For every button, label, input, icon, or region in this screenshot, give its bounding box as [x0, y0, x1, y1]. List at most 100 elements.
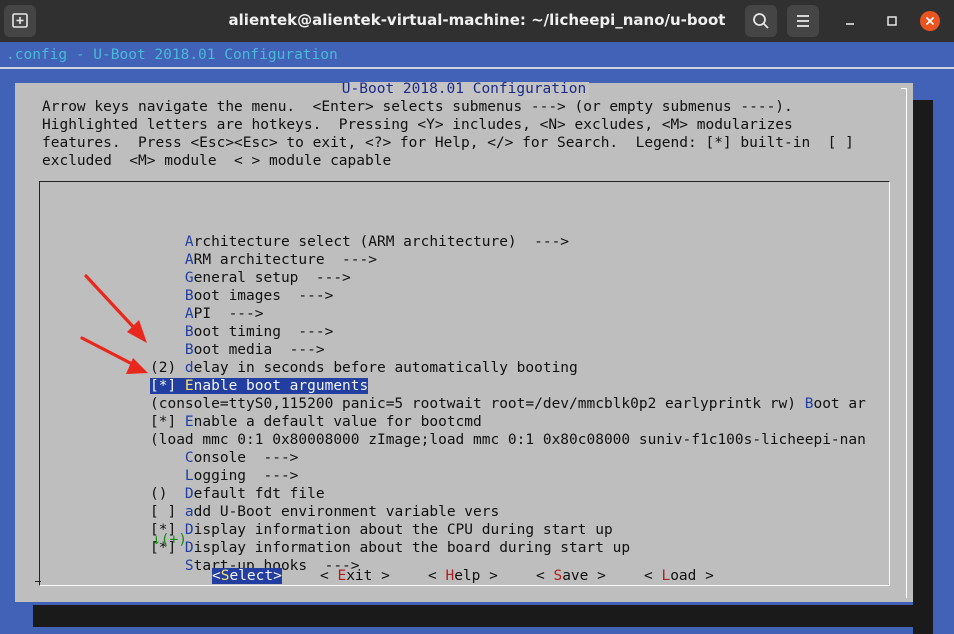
button-left: < — [428, 568, 446, 584]
button-row: <Select> < Exit > < Help > < Save > < Load > — [15, 568, 913, 588]
exit-button[interactable]: < Exit > — [320, 568, 390, 584]
menu-item-prefix — [150, 234, 185, 250]
menu-item[interactable]: (console=ttyS0,115200 panic=5 rootwait r… — [150, 396, 866, 412]
menu-item[interactable]: General setup ---> — [150, 270, 351, 286]
menu-item[interactable]: Boot media ---> — [150, 342, 325, 358]
menu-item[interactable]: Architecture select (ARM architecture) -… — [150, 234, 569, 250]
button-left: < — [212, 568, 221, 584]
menu-item-label: ogging ---> — [193, 468, 299, 484]
menu-item-prefix: [ ] — [150, 504, 185, 520]
menu-item-label: RM architecture ---> — [193, 252, 377, 268]
title-bar: alientek@alientek-virtual-machine: ~/lic… — [0, 0, 954, 42]
button-hot: S — [553, 568, 563, 584]
menuconfig-dialog: U-Boot 2018.01 Configuration Arrow keys … — [15, 81, 913, 602]
help-text-line: excluded <M> module < > module capable — [42, 153, 392, 169]
button-right: > — [696, 568, 714, 584]
menu-item[interactable]: [*] Display information about the board … — [150, 540, 630, 556]
menu-item[interactable]: [*] Display information about the CPU du… — [150, 522, 613, 538]
button-right: > — [273, 568, 282, 584]
menu-item[interactable]: (load mmc 0:1 0x80008000 zImage;load mmc… — [150, 432, 866, 448]
load-button[interactable]: < Load > — [644, 568, 714, 584]
maximize-icon[interactable] — [882, 11, 902, 31]
menu-item-label: eneral setup ---> — [193, 270, 351, 286]
save-button[interactable]: < Save > — [536, 568, 606, 584]
menu-item-hotkey: A — [184, 252, 194, 268]
button-rest: xit — [346, 568, 373, 584]
menu-item-prefix: (console=ttyS0,115200 panic=5 rootwait r… — [150, 396, 805, 412]
menu-item-label: PI ---> — [193, 306, 264, 322]
menu-item[interactable]: ARM architecture ---> — [150, 252, 377, 268]
button-left: < — [536, 568, 554, 584]
header-divider — [0, 67, 954, 69]
dialog-shadow-bottom — [33, 605, 933, 627]
menu-item[interactable]: API ---> — [150, 306, 264, 322]
menu-item-label: efault fdt file — [193, 486, 325, 502]
menu-item-prefix — [150, 252, 185, 268]
menu-item-prefix: (2) — [150, 360, 185, 376]
button-rest: elect — [229, 568, 274, 584]
menu-item[interactable]: [ ] add U-Boot environment variable vers — [150, 504, 499, 520]
terminal-area[interactable]: .config - U-Boot 2018.01 Configuration U… — [0, 42, 954, 634]
button-rest: elp — [454, 568, 481, 584]
menu-button[interactable] — [787, 5, 819, 37]
menu-item-label: oot timing ---> — [193, 324, 334, 340]
config-header: .config - U-Boot 2018.01 Configuration — [6, 47, 338, 63]
menu-item-label: oot media ---> — [193, 342, 325, 358]
search-icon — [753, 13, 769, 29]
menu-item[interactable]: [*] Enable a default value for bootcmd — [150, 414, 482, 430]
menu-item-label: nable a default value for bootcmd — [193, 414, 482, 430]
menu-item-label: onsole ---> — [193, 450, 299, 466]
menu-item-selected[interactable]: [*] Enable boot arguments — [150, 378, 369, 394]
button-right: > — [588, 568, 606, 584]
menu-item-prefix — [150, 306, 185, 322]
menu-item-prefix: [*] — [150, 414, 185, 430]
menu-item-label: load mmc 0:1 0x80008000 zImage;load mmc … — [158, 432, 866, 448]
menu-item-hotkey: B — [184, 342, 194, 358]
menu-item-hotkey: A — [184, 306, 194, 322]
help-text-line: Highlighted letters are hotkeys. Pressin… — [42, 117, 793, 133]
menu-item-hotkey: a — [184, 504, 194, 520]
menu-item-label: oot ar — [813, 396, 866, 412]
menu-item-label: isplay information about the board durin… — [193, 540, 631, 556]
button-hot: H — [445, 568, 455, 584]
menu-item-label: elay in seconds before automatically boo… — [193, 360, 578, 376]
button-right: > — [480, 568, 498, 584]
button-left: < — [320, 568, 338, 584]
menu-item-prefix: [*] — [150, 378, 185, 394]
button-hot: L — [661, 568, 671, 584]
menu-item-hotkey: D — [184, 486, 194, 502]
menu-item[interactable]: Console ---> — [150, 450, 299, 466]
search-button[interactable] — [745, 5, 777, 37]
menu-item-prefix: () — [150, 486, 185, 502]
dialog-border-right — [906, 88, 907, 598]
menu-item-hotkey: E — [184, 378, 194, 394]
menu-item-hotkey: L — [184, 468, 194, 484]
menu-item-label: oot images ---> — [193, 288, 334, 304]
hamburger-menu-icon — [797, 15, 809, 27]
menu-item[interactable]: () Default fdt file — [150, 486, 325, 502]
help-text-line: Arrow keys navigate the menu. <Enter> se… — [42, 99, 793, 115]
menu-item[interactable]: (2) delay in seconds before automaticall… — [150, 360, 578, 376]
menu-item-label: dd U-Boot environment variable vers — [193, 504, 500, 520]
dialog-shadow-right — [913, 100, 933, 634]
menu-item-prefix — [150, 342, 185, 358]
help-button[interactable]: < Help > — [428, 568, 498, 584]
button-rest: ave — [562, 568, 589, 584]
menu-item-label: nable boot arguments — [193, 378, 369, 394]
menu-item[interactable]: Boot images ---> — [150, 288, 333, 304]
menu-item-label: rchitecture select (ARM architecture) --… — [193, 234, 570, 250]
menu-item-prefix — [150, 270, 185, 286]
menu-item-prefix — [150, 450, 185, 466]
menu-item[interactable]: Logging ---> — [150, 468, 299, 484]
close-icon[interactable] — [920, 11, 940, 31]
menu-item-prefix: ( — [150, 432, 159, 448]
menu-item[interactable]: Boot timing ---> — [150, 324, 333, 340]
button-hot: E — [337, 568, 347, 584]
minimize-icon[interactable] — [840, 11, 860, 31]
select-button[interactable]: <Select> — [212, 568, 282, 584]
menu-item-hotkey: B — [184, 288, 194, 304]
help-text-line: features. Press <Esc><Esc> to exit, <?> … — [42, 135, 854, 151]
menu-item-hotkey: A — [184, 234, 194, 250]
button-right: > — [372, 568, 390, 584]
menu-item-label: isplay information about the CPU during … — [193, 522, 613, 538]
